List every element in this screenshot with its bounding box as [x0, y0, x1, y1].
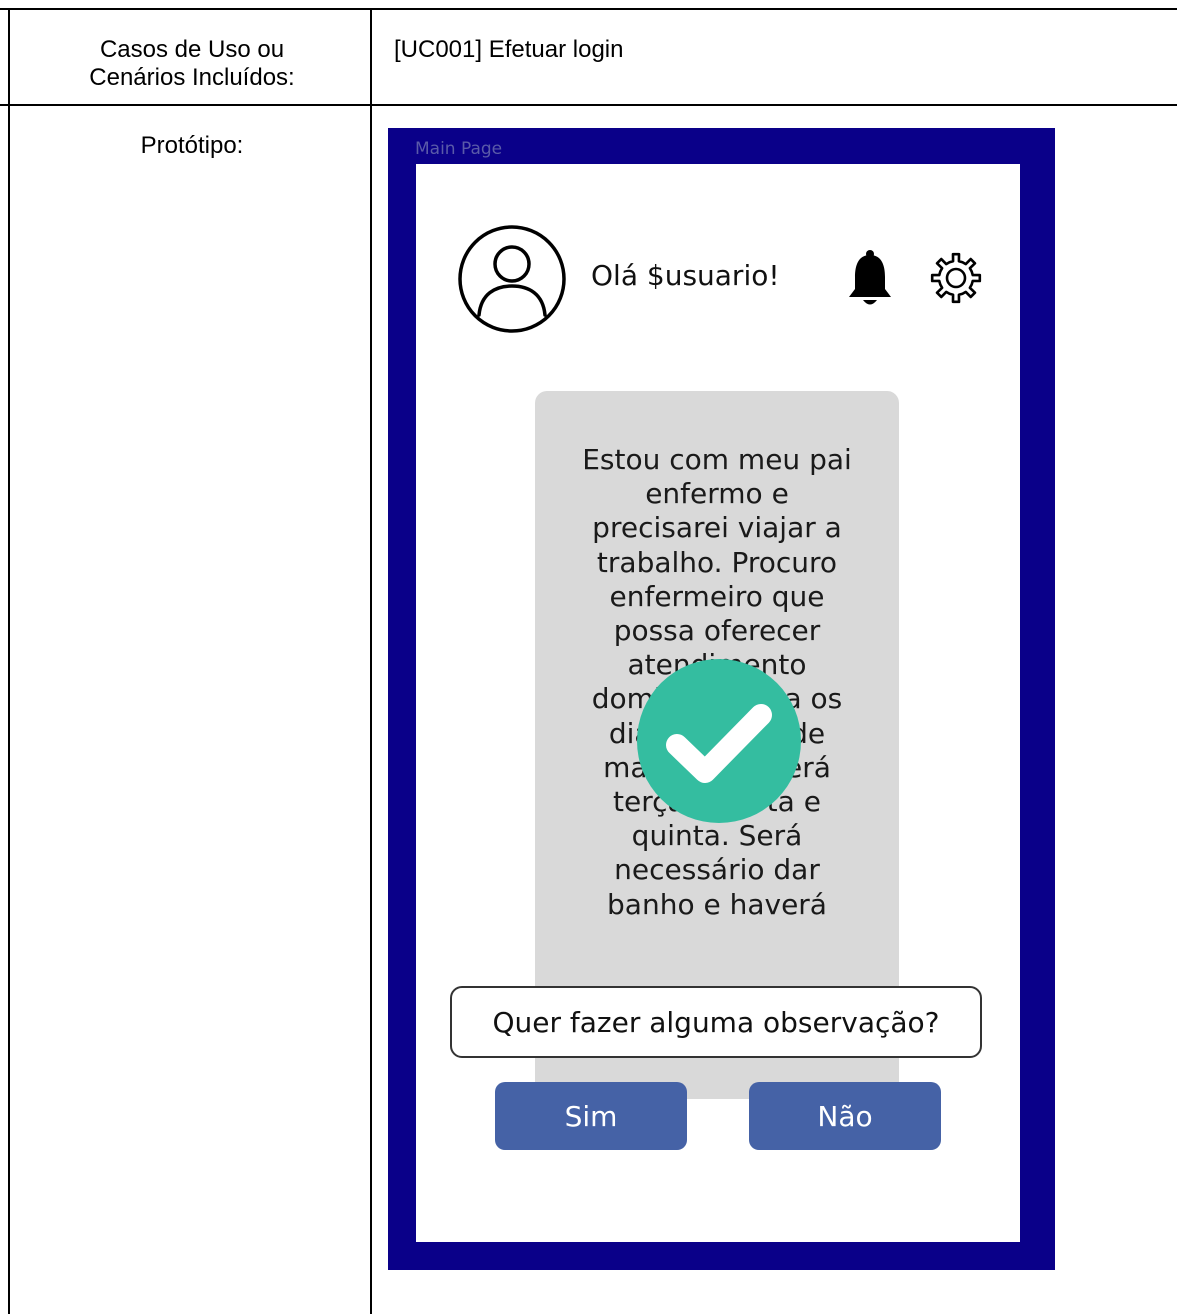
success-check-overlay: [637, 659, 801, 823]
row-divider: [0, 104, 1177, 106]
no-button[interactable]: Não: [749, 1082, 941, 1150]
message-line: quinta. Será: [631, 819, 803, 853]
message-line: Estou com meu pai: [582, 443, 852, 476]
message-line: banho e haverá: [607, 887, 827, 921]
use-cases-label: Casos de Uso ou Cenários Incluídos:: [14, 36, 370, 92]
use-cases-label-line-2: Cenários Incluídos:: [89, 64, 295, 91]
greeting-text: Olá $usuario!: [591, 259, 780, 292]
message-line: possa oferecer: [613, 614, 821, 648]
prototype-label: Protótipo:: [140, 132, 244, 159]
observation-prompt: Quer fazer alguma observação?: [450, 986, 982, 1058]
message-line: precisarei viajar a: [592, 511, 842, 545]
checkmark-icon: [666, 704, 772, 783]
yes-button[interactable]: Sim: [495, 1082, 687, 1150]
frame-title: Main Page: [415, 139, 503, 159]
column-divider: [370, 8, 372, 1314]
message-line: enfermo e: [645, 477, 789, 511]
gear-icon[interactable]: [928, 250, 984, 306]
message-line: enfermeiro que: [609, 579, 825, 613]
use-cases-value: [UC001] Efetuar login: [394, 36, 624, 63]
table-left-border: [8, 8, 10, 1314]
message-line: trabalho. Procuro: [596, 545, 838, 579]
message-line: necessário dar: [614, 853, 820, 887]
user-avatar-icon[interactable]: [457, 224, 567, 334]
bell-icon[interactable]: [846, 249, 894, 309]
use-cases-label-line-1: Casos de Uso ou: [99, 36, 285, 63]
table-top-border: [0, 8, 1177, 10]
